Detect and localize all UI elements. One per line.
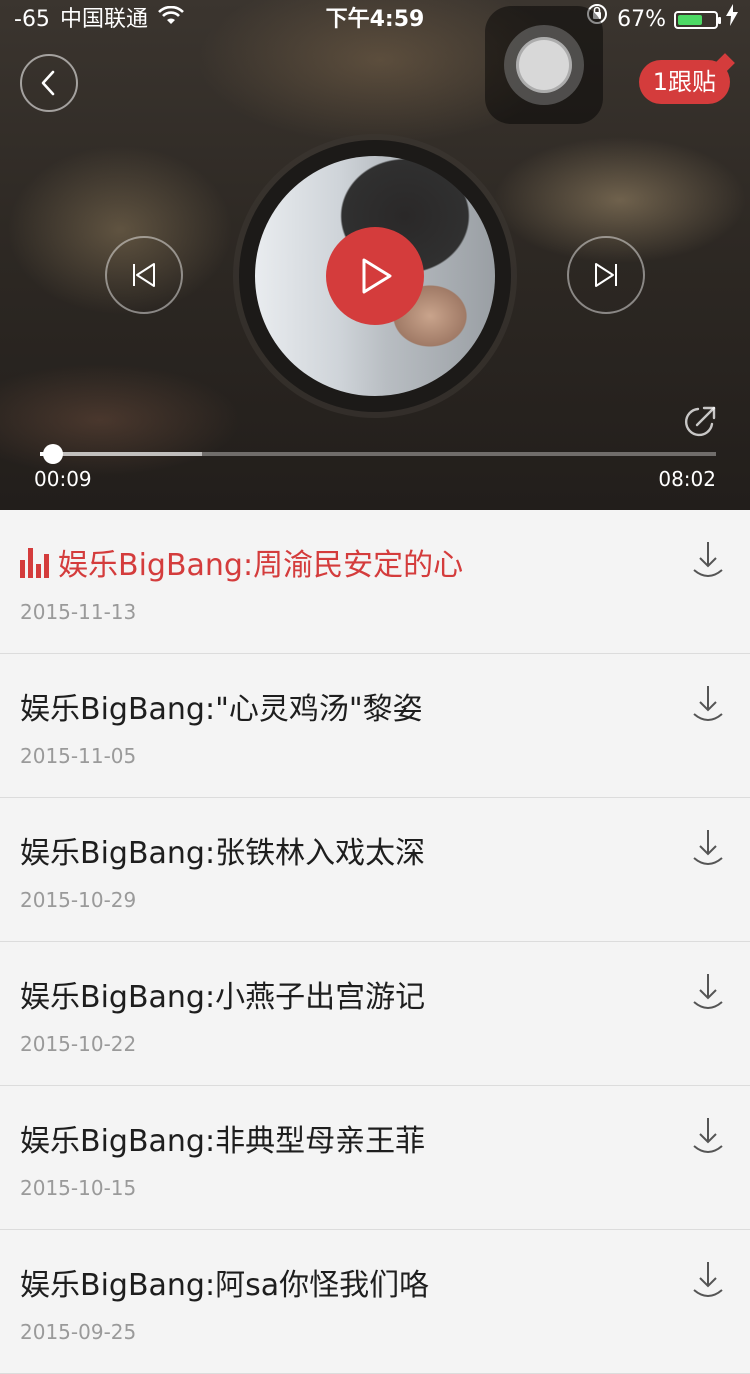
- episode-item[interactable]: 娱乐BigBang:小燕子出宫游记 2015-10-22: [0, 942, 750, 1086]
- status-bar: -65 中国联通 下午4:59 67%: [0, 0, 750, 40]
- episode-date: 2015-10-22: [20, 1032, 137, 1056]
- share-icon: [685, 406, 716, 437]
- episode-date: 2015-10-29: [20, 888, 137, 912]
- episode-title: 娱乐BigBang:非典型母亲王菲: [20, 1124, 426, 1159]
- charging-icon: [726, 0, 738, 40]
- download-icon: [693, 1262, 723, 1297]
- episode-item[interactable]: 娱乐BigBang:"心灵鸡汤"黎姿 2015-11-05: [0, 654, 750, 798]
- download-button[interactable]: [690, 540, 726, 582]
- now-playing-icon: [20, 548, 49, 578]
- skip-previous-icon: [133, 263, 155, 287]
- episode-item[interactable]: 娱乐BigBang:阿sa你怪我们咯 2015-09-25: [0, 1230, 750, 1374]
- download-icon: [693, 686, 723, 721]
- battery-icon: [674, 11, 721, 29]
- episode-list: 娱乐BigBang:周渝民安定的心 2015-11-13 娱乐BigBang:"…: [0, 510, 750, 1374]
- total-time: 08:02: [658, 467, 716, 491]
- comment-count-button[interactable]: 1跟贴: [638, 60, 730, 104]
- download-button[interactable]: [690, 828, 726, 870]
- play-icon: [362, 258, 392, 294]
- back-button[interactable]: [20, 54, 78, 112]
- download-icon: [693, 1118, 723, 1153]
- episode-title: 娱乐BigBang:阿sa你怪我们咯: [20, 1268, 430, 1303]
- episode-item[interactable]: 娱乐BigBang:周渝民安定的心 2015-11-13: [0, 510, 750, 654]
- assistive-touch-button[interactable]: [485, 6, 603, 124]
- download-button[interactable]: [690, 684, 726, 726]
- episode-date: 2015-10-15: [20, 1176, 137, 1200]
- progress-thumb[interactable]: [42, 444, 63, 464]
- skip-next-icon: [595, 263, 617, 287]
- episode-title: 娱乐BigBang:张铁林入戏太深: [20, 836, 426, 871]
- episode-item[interactable]: 娱乐BigBang:张铁林入戏太深 2015-10-29: [0, 798, 750, 942]
- progress-slider[interactable]: [40, 444, 716, 464]
- share-button[interactable]: [682, 404, 718, 440]
- current-time: 00:09: [34, 467, 92, 491]
- episode-title: 娱乐BigBang:小燕子出宫游记: [20, 980, 426, 1015]
- episode-title: 娱乐BigBang:"心灵鸡汤"黎姿: [20, 692, 423, 727]
- download-button[interactable]: [690, 1260, 726, 1302]
- player-header: -65 中国联通 下午4:59 67% 1跟贴 00:09 08:02: [0, 0, 750, 510]
- chevron-left-icon: [41, 70, 55, 96]
- download-icon: [693, 974, 723, 1009]
- next-track-button[interactable]: [567, 236, 645, 314]
- episode-date: 2015-11-05: [20, 744, 137, 768]
- download-button[interactable]: [690, 972, 726, 1014]
- download-icon: [693, 542, 723, 577]
- battery-percent: 67%: [617, 7, 666, 32]
- progress-buffered: [40, 452, 203, 456]
- previous-track-button[interactable]: [105, 236, 183, 314]
- download-icon: [693, 830, 723, 865]
- download-button[interactable]: [690, 1116, 726, 1158]
- episode-item[interactable]: 娱乐BigBang:非典型母亲王菲 2015-10-15: [0, 1086, 750, 1230]
- episode-title: 娱乐BigBang:周渝民安定的心: [58, 548, 464, 583]
- episode-date: 2015-11-13: [20, 600, 137, 624]
- episode-date: 2015-09-25: [20, 1320, 137, 1344]
- play-button[interactable]: [326, 227, 424, 325]
